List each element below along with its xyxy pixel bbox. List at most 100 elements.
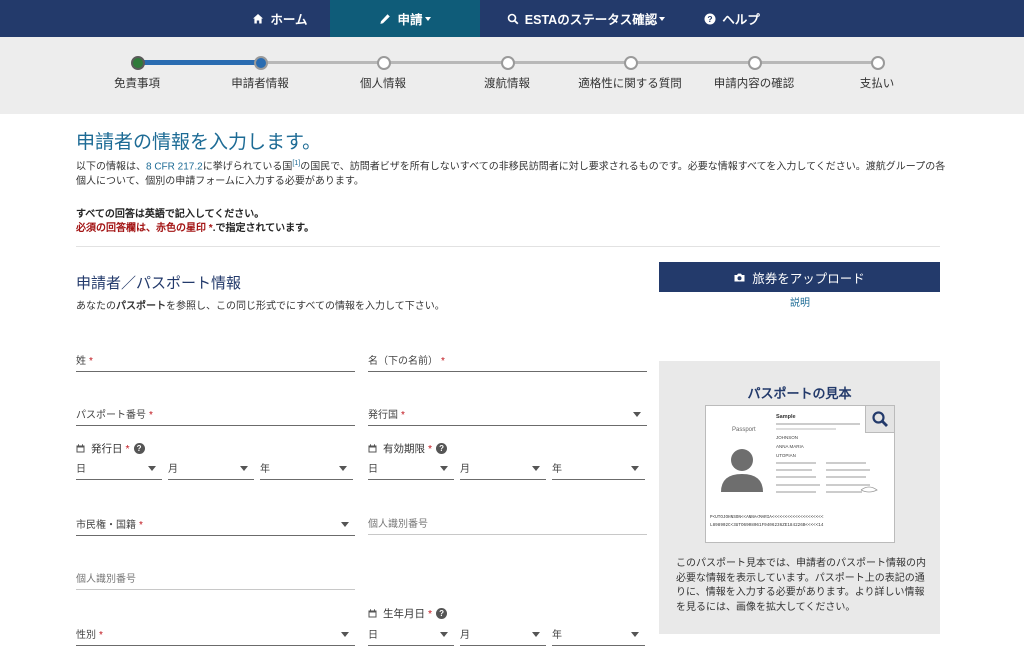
nav-help-label: ヘルプ (722, 13, 760, 27)
personal-id-label-2: 個人識別番号 (76, 574, 136, 585)
step-label-travel: 渡航情報 (484, 78, 530, 90)
passport-sample-panel: パスポートの見本 Passport Sample JOHNSON ANNA MA… (659, 361, 940, 634)
personal-id-field-2[interactable]: 個人識別番号 (76, 568, 355, 590)
person-head-icon (731, 449, 753, 471)
given-name-label: 名（下の名前） (368, 356, 438, 367)
zoom-button[interactable] (865, 406, 894, 433)
chevron-down-icon (440, 632, 448, 637)
citizenship-label: 市民権・国籍 (76, 520, 136, 531)
personal-id-field-1[interactable]: 個人識別番号 (368, 513, 647, 535)
issue-year-select[interactable]: 年 (260, 458, 353, 480)
gender-select[interactable]: 性別 * (76, 624, 355, 646)
birth-day-label: 日 (368, 630, 378, 641)
nav-home[interactable]: ホーム (230, 0, 330, 37)
section-title: 申請者／パスポート情報 (76, 275, 242, 292)
camera-icon (734, 273, 745, 281)
required-star: * (125, 442, 130, 455)
chevron-down-icon (532, 466, 540, 471)
home-icon (253, 13, 264, 23)
birth-date-label: 生年月日 *? (368, 606, 448, 621)
issuing-country-label: 発行国 (368, 410, 398, 421)
citizenship-select[interactable]: 市民権・国籍 * (76, 514, 355, 536)
help-icon[interactable]: ? (133, 443, 145, 454)
issue-year-label: 年 (260, 464, 270, 475)
given-name-field[interactable]: 名（下の名前） * (368, 350, 647, 372)
step-dot-eligibility (624, 56, 638, 70)
calendar-icon (76, 444, 85, 453)
passport-sample-description: このパスポート見本では、申請者のパスポート情報の内必要な情報を表示しています。パ… (676, 558, 926, 613)
surname-field[interactable]: 姓 * (76, 350, 355, 372)
required-star: * (428, 607, 433, 620)
step-dot-travel (501, 56, 515, 70)
issue-day-select[interactable]: 日 (76, 458, 162, 480)
section-subtitle: あなたのパスポートを参照し、この同じ形式でにすべての情報を入力して下さい。 (76, 297, 445, 312)
passport-number-label: パスポート番号 (76, 410, 146, 421)
chevron-down-icon (341, 522, 349, 527)
nav-status-check[interactable]: ESTAのステータス確認 (480, 0, 692, 37)
birth-year-select[interactable]: 年 (552, 624, 645, 646)
section-subtitle-a: あなたの (76, 301, 116, 312)
sample-nationality: UTOPIAN (776, 453, 796, 458)
issuing-country-select[interactable]: 発行国 * (368, 404, 647, 426)
step-dot-applicant (254, 56, 268, 70)
chevron-down-icon (631, 466, 639, 471)
step-label-review: 申請内容の確認 (713, 78, 795, 90)
expiry-year-select[interactable]: 年 (552, 458, 645, 480)
issue-date-label: 発行日 *? (76, 441, 145, 456)
search-icon (507, 13, 519, 24)
birth-date-text: 生年月日 (383, 608, 425, 620)
expiry-year-label: 年 (552, 464, 562, 475)
nav-help[interactable]: ? ヘルプ (692, 0, 772, 37)
issue-day-label: 日 (76, 464, 86, 475)
issue-month-label: 月 (168, 464, 178, 475)
search-icon (872, 411, 888, 427)
expiry-date-label: 有効期限 *? (368, 441, 448, 456)
intro-text-b: に挙げられている国 (202, 161, 293, 173)
birth-month-label: 月 (460, 630, 470, 641)
required-star: * (89, 356, 93, 367)
top-nav: ホーム 申請 ESTAのステータス確認 ? ヘルプ (0, 0, 1024, 37)
required-star: * (428, 442, 433, 455)
help-icon[interactable]: ? (436, 443, 448, 454)
required-note-b: .で指定されています。 (212, 223, 315, 234)
chevron-down-icon (148, 466, 156, 471)
chevron-down-icon (339, 466, 347, 471)
required-star: * (401, 410, 405, 421)
page-title: 申請者の情報を入力します。 (76, 132, 322, 153)
issue-month-select[interactable]: 月 (168, 458, 254, 480)
explain-link[interactable]: 説明 (780, 294, 820, 309)
sample-mrz-2: L898902C<3UTO6908061F9406236ZE184226B<<<… (710, 523, 824, 528)
cfr-link[interactable]: 8 CFR 217.2 (146, 161, 203, 172)
passport-sample-image[interactable]: Passport Sample JOHNSON ANNA MARIA UTOPI… (705, 405, 895, 543)
expiry-month-select[interactable]: 月 (460, 458, 546, 480)
chevron-down-icon (633, 412, 641, 417)
required-star: * (139, 520, 143, 531)
passport-number-field[interactable]: パスポート番号 * (76, 404, 355, 426)
intro-text-a: 以下の情報は、 (76, 161, 146, 173)
step-label-disclaimer: 免責事項 (114, 78, 160, 90)
step-dot-review (748, 56, 762, 70)
nav-apply[interactable]: 申請 (330, 0, 480, 37)
expiry-day-label: 日 (368, 464, 378, 475)
upload-passport-button[interactable]: 旅券をアップロード (659, 262, 940, 292)
gender-label: 性別 (76, 630, 96, 641)
expiry-date-text: 有効期限 (383, 443, 425, 455)
required-star: * (99, 630, 103, 641)
nav-home-label: ホーム (270, 13, 308, 27)
english-note: すべての回答は英語で記入してください。 (76, 209, 265, 220)
chevron-down-icon (341, 632, 349, 637)
help-icon[interactable]: ? (436, 608, 448, 619)
expiry-day-select[interactable]: 日 (368, 458, 454, 480)
sample-surname: JOHNSON (776, 435, 798, 440)
chevron-down-icon (532, 632, 540, 637)
chevron-down-icon (240, 466, 248, 471)
upload-passport-label: 旅券をアップロード (752, 271, 865, 286)
required-star: * (441, 356, 445, 367)
intro-text: 以下の情報は、8 CFR 217.2に挙げられている国[1]の国民で、訪問者ビザ… (76, 156, 946, 189)
expiry-month-label: 月 (460, 464, 470, 475)
birth-month-select[interactable]: 月 (460, 624, 546, 646)
required-note: 必須の回答欄は、赤色の星印 *.で指定されています。 (76, 219, 314, 234)
section-subtitle-b: を参照し、この同じ形式でにすべての情報を入力して下さい。 (166, 301, 445, 312)
step-dot-payment (871, 56, 885, 70)
birth-day-select[interactable]: 日 (368, 624, 454, 646)
